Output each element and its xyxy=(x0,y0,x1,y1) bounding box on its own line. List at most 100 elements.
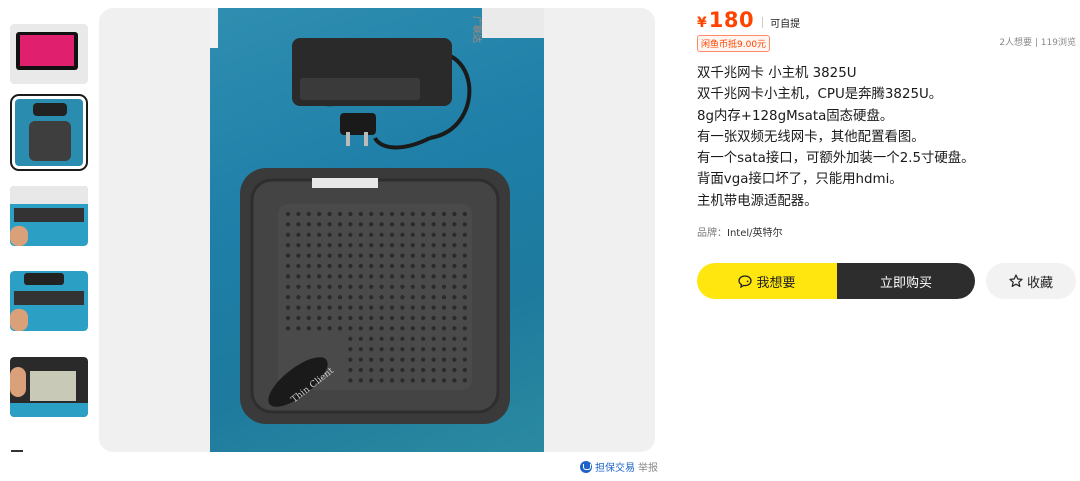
thumbnail-4[interactable] xyxy=(10,271,88,331)
vent-hole xyxy=(389,305,395,310)
vent-hole xyxy=(441,378,447,383)
price-row: ¥ 180 可自提 xyxy=(697,8,800,32)
main-image-viewer[interactable]: 广联达 Thin Client xyxy=(99,8,655,452)
want-button[interactable]: 我想要 xyxy=(697,263,837,299)
thumbnail-1[interactable] xyxy=(10,24,88,84)
vent-hole xyxy=(337,274,343,279)
vent-hole xyxy=(358,336,363,341)
vent-hole xyxy=(379,378,384,383)
vent-hole xyxy=(348,295,353,300)
vent-hole xyxy=(452,284,457,289)
vent-hole xyxy=(327,211,332,217)
vent-hole xyxy=(348,326,353,331)
vent-hole xyxy=(317,222,322,227)
vent-hole xyxy=(285,243,291,248)
vent-hole xyxy=(296,305,301,310)
vent-hole xyxy=(348,274,353,279)
vent-hole xyxy=(285,222,291,227)
vent-hole xyxy=(327,274,332,279)
vent-hole xyxy=(379,263,384,269)
vent-hole xyxy=(421,315,426,321)
vent-hole xyxy=(337,326,343,331)
vent-hole xyxy=(379,274,384,279)
vent-hole xyxy=(379,357,384,362)
vent-hole xyxy=(421,336,426,341)
vent-hole xyxy=(358,347,363,352)
vent-hole xyxy=(431,232,436,237)
vent-hole xyxy=(348,284,353,289)
vent-hole xyxy=(389,253,395,258)
vent-hole xyxy=(421,263,426,269)
vent-hole xyxy=(441,305,447,310)
vent-hole xyxy=(421,211,426,217)
vent-hole xyxy=(400,284,405,289)
vent-hole xyxy=(296,263,301,269)
vent-hole xyxy=(358,284,363,289)
vent-hole xyxy=(389,378,395,383)
vent-hole xyxy=(441,274,447,279)
buy-now-button[interactable]: 立即购买 xyxy=(837,263,975,299)
vent-hole xyxy=(379,222,384,227)
thin-client-device-image: Thin Client xyxy=(240,168,510,424)
vent-hole xyxy=(389,284,395,289)
vent-hole xyxy=(421,295,426,300)
vent-hole xyxy=(306,253,311,258)
vent-hole xyxy=(285,274,291,279)
view-stats: 2人想要 | 119浏览 xyxy=(999,38,1076,48)
guarantee-link[interactable]: 担保交易 xyxy=(580,459,635,474)
vent-hole xyxy=(389,243,395,248)
vent-hole xyxy=(452,211,457,217)
vent-hole xyxy=(327,315,332,321)
thumbnail-3[interactable] xyxy=(10,186,88,246)
vent-hole xyxy=(441,284,447,289)
vent-hole xyxy=(379,305,384,310)
thumbnail-scroll-indicator[interactable] xyxy=(11,450,23,452)
vent-hole xyxy=(462,211,467,217)
vent-hole xyxy=(462,284,467,289)
vent-hole xyxy=(389,315,395,321)
vent-hole xyxy=(452,315,457,321)
vent-hole xyxy=(285,263,291,269)
thumbnail-5[interactable] xyxy=(10,357,88,417)
vent-hole xyxy=(421,326,426,331)
vent-hole xyxy=(285,284,291,289)
vent-hole xyxy=(369,326,374,331)
vent-hole xyxy=(441,367,447,373)
vent-hole xyxy=(369,347,374,352)
vent-hole xyxy=(348,315,353,321)
vent-hole xyxy=(410,367,415,373)
vent-hole xyxy=(389,211,395,217)
vent-hole xyxy=(317,284,322,289)
vent-hole xyxy=(400,295,405,300)
vent-hole xyxy=(358,263,363,269)
vent-hole xyxy=(358,211,363,217)
price-divider xyxy=(762,16,764,28)
vent-hole xyxy=(441,295,447,300)
vent-hole xyxy=(452,357,457,362)
vent-hole xyxy=(317,232,322,237)
want-button-label: 我想要 xyxy=(756,275,796,291)
vent-hole xyxy=(327,222,332,227)
vent-hole xyxy=(410,336,415,341)
product-description: 双千兆网卡 小主机 3825U 双千兆网卡小主机，CPU是奔腾3825U。 8g… xyxy=(697,63,1067,212)
favorite-button[interactable]: 收藏 xyxy=(986,263,1076,299)
vent-hole xyxy=(306,243,311,248)
vent-hole xyxy=(358,357,363,362)
product-photo: 广联达 Thin Client xyxy=(210,8,544,452)
vent-hole xyxy=(337,295,343,300)
vent-hole xyxy=(452,347,457,352)
vent-hole xyxy=(306,315,311,321)
report-link[interactable]: 举报 xyxy=(638,459,658,474)
vent-hole xyxy=(462,232,467,237)
vent-hole xyxy=(358,232,363,237)
vent-hole xyxy=(400,274,405,279)
guarantee-label: 担保交易 xyxy=(595,463,635,474)
vent-hole xyxy=(358,274,363,279)
vent-hole xyxy=(327,295,332,300)
vent-hole xyxy=(410,347,415,352)
vent-hole xyxy=(431,243,436,248)
vent-hole xyxy=(306,284,311,289)
thumbnail-2-selected[interactable] xyxy=(10,94,88,171)
vent-hole xyxy=(379,295,384,300)
vent-hole xyxy=(348,243,353,248)
